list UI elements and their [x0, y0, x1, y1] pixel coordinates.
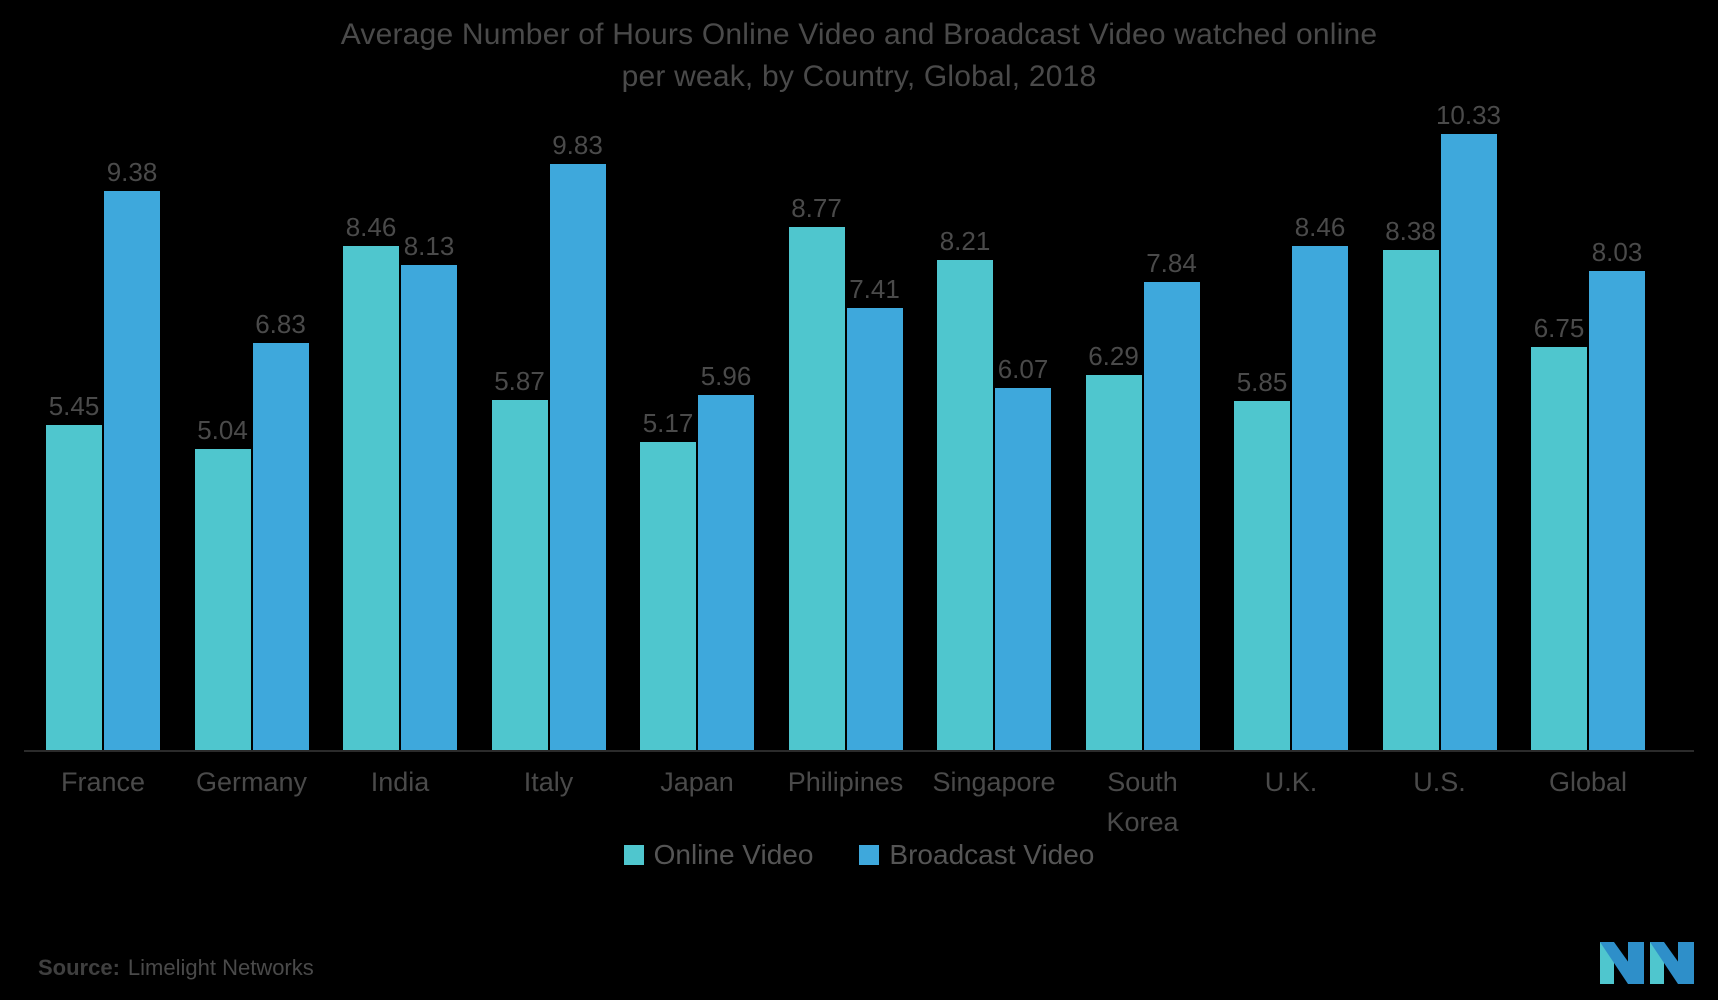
- chart-title-line-1: Average Number of Hours Online Video and…: [340, 18, 1378, 51]
- bar-column: 5.04: [194, 100, 251, 750]
- chart-canvas: Average Number of Hours Online Video and…: [0, 0, 1718, 1000]
- x-axis-line: [24, 750, 1694, 752]
- legend-swatch-broadcast-video: [859, 845, 880, 865]
- bar-broadcast-video[interactable]: [549, 164, 606, 750]
- bar-online-video[interactable]: [1382, 250, 1439, 750]
- bar-online-video[interactable]: [46, 425, 102, 750]
- bar-online-video[interactable]: [194, 449, 251, 750]
- bar-broadcast-video[interactable]: [995, 388, 1051, 750]
- legend-label-broadcast-video: Broadcast Video: [889, 839, 1095, 870]
- bar-group: 5.87 9.83: [484, 100, 614, 750]
- legend-label-online-video: Online Video: [653, 839, 814, 870]
- bar-group: 8.21 6.07: [929, 100, 1059, 750]
- source-note: Source: Limelight Networks: [38, 955, 314, 981]
- bar-group-bars: 5.17 5.96: [632, 100, 762, 750]
- legend-swatch-online-video: [623, 845, 644, 865]
- bar-column: 5.85: [1234, 100, 1290, 750]
- bar-online-video[interactable]: [1234, 401, 1290, 750]
- bar-column: 5.87: [491, 100, 548, 750]
- bar-broadcast-video[interactable]: [401, 265, 457, 750]
- bar-column: 6.83: [252, 100, 309, 750]
- bar-group-bars: 5.85 8.46: [1226, 100, 1356, 750]
- bar-online-video[interactable]: [788, 227, 845, 750]
- bar-column: 8.46: [1292, 100, 1348, 750]
- x-axis-category-labels: France Germany India Italy Japan Philipines Si…: [24, 762, 1694, 852]
- bar-group-bars: 8.46 8.13: [335, 100, 465, 750]
- bar-group-bars: 5.87 9.83: [484, 100, 614, 750]
- bar-group-bars: 6.75 8.03: [1523, 100, 1653, 750]
- bar-group-bars: 6.29 7.84: [1078, 100, 1208, 750]
- bar-broadcast-video[interactable]: [104, 191, 160, 750]
- bar-online-video[interactable]: [640, 442, 696, 750]
- bar-column: 8.03: [1589, 100, 1645, 750]
- bar-broadcast-video[interactable]: [846, 308, 903, 750]
- bar-online-video[interactable]: [491, 400, 548, 750]
- legend-item-broadcast-video[interactable]: Broadcast Video: [859, 840, 1094, 870]
- bar-column: 6.75: [1531, 100, 1587, 750]
- bar-column: 5.45: [46, 100, 102, 750]
- bar-online-video[interactable]: [1085, 375, 1142, 750]
- bar-group: 5.45 9.38: [38, 100, 168, 750]
- bar-column: 5.96: [698, 100, 754, 750]
- bar-column: 9.38: [104, 100, 160, 750]
- bar-column: 8.38: [1382, 100, 1439, 750]
- bar-broadcast-video[interactable]: [252, 343, 309, 750]
- bar-group: 6.29 7.84: [1078, 100, 1208, 750]
- bar-broadcast-video[interactable]: [1440, 134, 1497, 750]
- bar-column: 6.07: [995, 100, 1051, 750]
- x-axis-label: Global: [1548, 767, 1628, 797]
- bar-group-bars: 8.38 10.33: [1375, 100, 1505, 750]
- bar-column: 8.13: [401, 100, 457, 750]
- bar-group: 6.75 8.03: [1523, 100, 1653, 750]
- bar-group: 8.38 10.33: [1375, 100, 1505, 750]
- bar-column: 7.84: [1143, 100, 1200, 750]
- bar-column: 8.21: [937, 100, 993, 750]
- bar-column: 7.41: [846, 100, 903, 750]
- bar-group: 8.77 7.41: [781, 100, 911, 750]
- chart-legend: Online Video Broadcast Video: [0, 840, 1718, 870]
- source-value: Limelight Networks: [127, 955, 314, 980]
- bar-group: 5.85 8.46: [1226, 100, 1356, 750]
- legend-item-online-video[interactable]: Online Video: [623, 839, 814, 870]
- bar-column: 5.17: [640, 100, 696, 750]
- bar-group: 8.46 8.13: [335, 100, 465, 750]
- source-label: Source:: [38, 955, 120, 980]
- bar-group-bars: 5.04 6.83: [187, 100, 317, 750]
- bar-column: 8.46: [343, 100, 399, 750]
- chart-title-line-2: per weak, by Country, Global, 2018: [621, 60, 1097, 93]
- chart-title: Average Number of Hours Online Video and…: [0, 14, 1718, 98]
- bar-group-bars: 5.45 9.38: [38, 100, 168, 750]
- bar-broadcast-video[interactable]: [1589, 271, 1645, 750]
- bar-group-bars: 8.21 6.07: [929, 100, 1059, 750]
- bar-online-video[interactable]: [343, 246, 399, 750]
- bar-online-video[interactable]: [937, 260, 993, 750]
- mordor-intelligence-logo: [1600, 938, 1696, 984]
- bar-column: 9.83: [549, 100, 606, 750]
- bar-broadcast-video[interactable]: [698, 395, 754, 750]
- bar-group-bars: 8.77 7.41: [781, 100, 911, 750]
- bar-column: 10.33: [1436, 100, 1501, 750]
- bar-broadcast-video[interactable]: [1292, 246, 1348, 750]
- bar-group: 5.17 5.96: [632, 100, 762, 750]
- bar-column: 8.77: [788, 100, 845, 750]
- plot-area: 5.45 9.38 5.04 6.83 8.46 8.13 5.87 9.83 5.17 5.96…: [24, 100, 1696, 750]
- bar-column: 6.29: [1085, 100, 1142, 750]
- bar-group: 5.04 6.83: [187, 100, 317, 750]
- bar-broadcast-video[interactable]: [1143, 282, 1200, 750]
- bar-online-video[interactable]: [1531, 347, 1587, 750]
